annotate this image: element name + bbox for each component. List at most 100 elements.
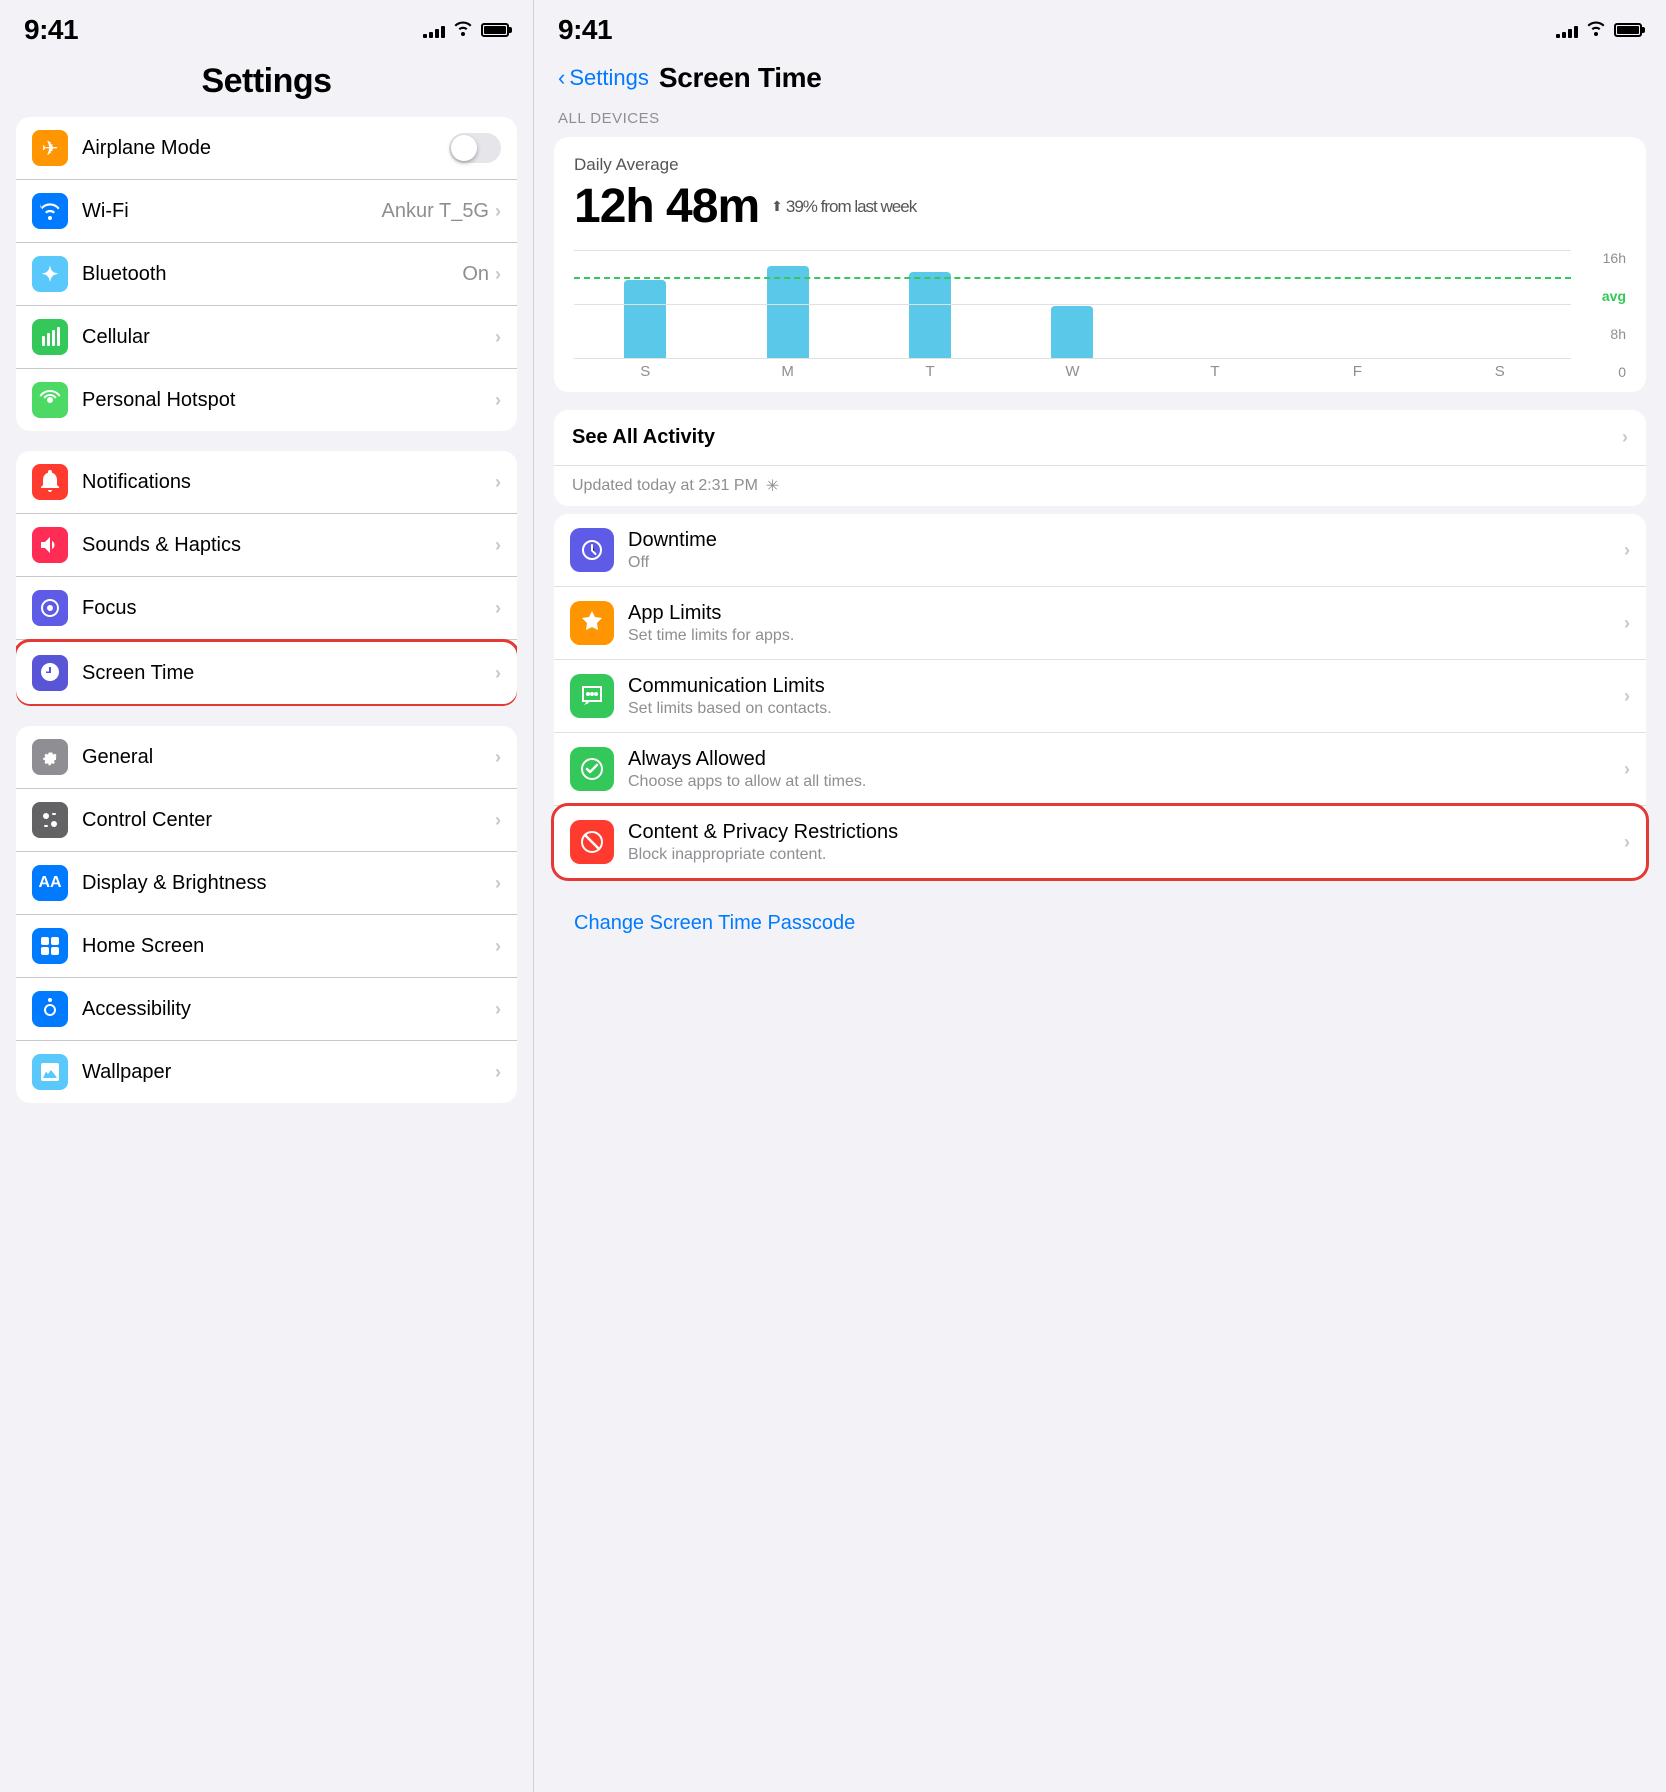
daily-avg-time: 12h 48m ⬆ 39% from last week (574, 179, 1626, 234)
right-page-title: Screen Time (659, 62, 822, 94)
comm-limits-row[interactable]: Communication Limits Set limits based on… (554, 660, 1646, 733)
see-all-row[interactable]: See All Activity › (554, 410, 1646, 466)
features-section: Downtime Off › App Limits Set time limit… (554, 514, 1646, 878)
comm-limits-subtitle: Set limits based on contacts. (628, 700, 1624, 718)
wallpaper-chevron: › (495, 1062, 501, 1083)
accessibility-label: Accessibility (82, 998, 191, 1021)
accessibility-chevron: › (495, 999, 501, 1020)
back-chevron-icon: ‹ (558, 65, 565, 91)
accessibility-row[interactable]: Accessibility › (16, 978, 517, 1041)
left-header: Settings (0, 54, 533, 117)
bar-s1 (574, 250, 716, 358)
wallpaper-label: Wallpaper (82, 1061, 171, 1084)
app-limits-subtitle: Set time limits for apps. (628, 627, 1624, 645)
cellular-chevron: › (495, 327, 501, 348)
bar-t1 (859, 250, 1001, 358)
downtime-row[interactable]: Downtime Off › (554, 514, 1646, 587)
status-icons-left (423, 20, 509, 41)
y-axis: 16h avg 8h 0 (1571, 250, 1626, 380)
downtime-title: Downtime (628, 529, 1624, 552)
wifi-chevron: › (495, 201, 501, 222)
control-center-row[interactable]: Control Center › (16, 789, 517, 852)
always-allowed-chevron: › (1624, 759, 1630, 780)
connectivity-section: ✈ Airplane Mode Wi-Fi Ankur T_5G › (16, 117, 517, 431)
screen-time-icon (32, 655, 68, 691)
system1-section: Notifications › Sounds & Haptics › (16, 451, 517, 706)
screen-time-content: ALL DEVICES Daily Average 12h 48m ⬆ 39% … (534, 110, 1666, 1792)
bluetooth-label: Bluetooth (82, 263, 167, 286)
wifi-value: Ankur T_5G › (382, 200, 501, 223)
bar-s2 (1429, 250, 1571, 358)
bar-w (1001, 250, 1143, 358)
left-panel: 9:41 Settings ✈ Airplan (0, 0, 533, 1792)
comm-limits-title: Communication Limits (628, 675, 1624, 698)
sounds-icon (32, 527, 68, 563)
downtime-subtitle: Off (628, 554, 1624, 572)
app-limits-row[interactable]: App Limits Set time limits for apps. › (554, 587, 1646, 660)
downtime-chevron: › (1624, 540, 1630, 561)
wifi-row[interactable]: Wi-Fi Ankur T_5G › (16, 180, 517, 243)
daily-avg-card: Daily Average 12h 48m ⬆ 39% from last we… (554, 137, 1646, 392)
bar-t2 (1144, 250, 1286, 358)
screen-time-row[interactable]: Screen Time › (16, 642, 517, 704)
general-row[interactable]: General › (16, 726, 517, 789)
status-bar-left: 9:41 (0, 0, 533, 54)
right-panel: 9:41 ‹ Settings Screen Time ALL DEVICES (533, 0, 1666, 1792)
focus-icon (32, 590, 68, 626)
content-privacy-row[interactable]: Content & Privacy Restrictions Block ina… (554, 806, 1646, 878)
notifications-icon (32, 464, 68, 500)
back-button[interactable]: ‹ Settings (558, 65, 649, 91)
comm-limits-icon (570, 674, 614, 718)
display-brightness-row[interactable]: AA Display & Brightness › (16, 852, 517, 915)
control-center-chevron: › (495, 810, 501, 831)
airplane-mode-row[interactable]: ✈ Airplane Mode (16, 117, 517, 180)
daily-avg-label: Daily Average (574, 155, 1626, 175)
personal-hotspot-row[interactable]: Personal Hotspot › (16, 369, 517, 431)
always-allowed-subtitle: Choose apps to allow at all times. (628, 773, 1624, 791)
sounds-haptics-row[interactable]: Sounds & Haptics › (16, 514, 517, 577)
home-screen-chevron: › (495, 936, 501, 957)
wifi-icon-right (1586, 20, 1606, 41)
bar-chart: S M T W T F S 16h avg 8h 0 (574, 250, 1626, 380)
cellular-icon (32, 319, 68, 355)
hotspot-chevron: › (495, 390, 501, 411)
wifi-label: Wi-Fi (82, 200, 129, 223)
home-screen-row[interactable]: Home Screen › (16, 915, 517, 978)
sounds-label: Sounds & Haptics (82, 534, 241, 557)
content-privacy-chevron: › (1624, 832, 1630, 853)
general-icon (32, 739, 68, 775)
airplane-mode-toggle[interactable] (449, 133, 501, 163)
cellular-row[interactable]: Cellular › (16, 306, 517, 369)
right-header: ‹ Settings Screen Time (534, 54, 1666, 110)
accessibility-icon (32, 991, 68, 1027)
general-chevron: › (495, 747, 501, 768)
all-devices-label: ALL DEVICES (558, 110, 1646, 127)
display-icon: AA (32, 865, 68, 901)
airplane-mode-label: Airplane Mode (82, 137, 211, 160)
airplane-mode-icon: ✈ (32, 130, 68, 166)
notifications-row[interactable]: Notifications › (16, 451, 517, 514)
bluetooth-row[interactable]: ✦ Bluetooth On › (16, 243, 517, 306)
signal-icon-right (1556, 22, 1578, 38)
comm-limits-chevron: › (1624, 686, 1630, 707)
always-allowed-row[interactable]: Always Allowed Choose apps to allow at a… (554, 733, 1646, 806)
content-privacy-subtitle: Block inappropriate content. (628, 846, 1624, 864)
home-screen-label: Home Screen (82, 935, 204, 958)
see-all-label: See All Activity (572, 426, 715, 449)
bluetooth-icon: ✦ (32, 256, 68, 292)
bluetooth-chevron: › (495, 264, 501, 285)
app-limits-chevron: › (1624, 613, 1630, 634)
wifi-setting-icon (32, 193, 68, 229)
content-privacy-icon (570, 820, 614, 864)
focus-chevron: › (495, 598, 501, 619)
app-limits-title: App Limits (628, 602, 1624, 625)
wallpaper-row[interactable]: Wallpaper › (16, 1041, 517, 1103)
control-center-label: Control Center (82, 809, 212, 832)
passcode-link[interactable]: Change Screen Time Passcode (554, 896, 1646, 951)
display-chevron: › (495, 873, 501, 894)
focus-row[interactable]: Focus › (16, 577, 517, 640)
time-left: 9:41 (24, 14, 78, 46)
general-label: General (82, 746, 153, 769)
always-allowed-icon (570, 747, 614, 791)
cellular-value: › (495, 327, 501, 348)
